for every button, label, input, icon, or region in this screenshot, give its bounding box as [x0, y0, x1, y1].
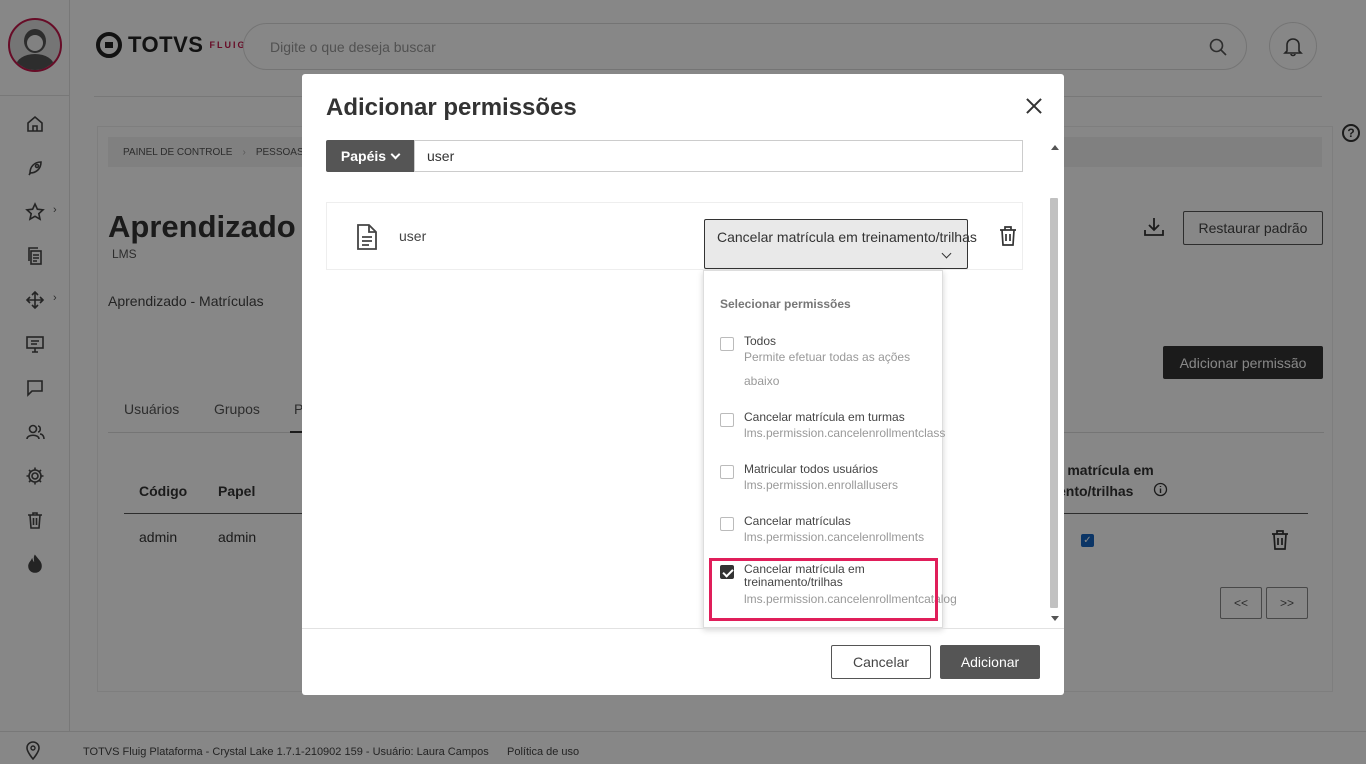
role-search-input[interactable]: user: [414, 140, 1023, 172]
permission-select[interactable]: Cancelar matrícula em treinamento/trilha…: [704, 219, 977, 269]
option-checkbox[interactable]: [720, 413, 734, 427]
selected-option-highlight: [709, 558, 938, 621]
chevron-down-icon: [390, 149, 401, 159]
dropdown-title: Selecionar permissões: [720, 297, 851, 311]
scroll-thumb[interactable]: [1050, 198, 1058, 608]
remove-role-trash-icon[interactable]: [999, 225, 1017, 247]
close-icon[interactable]: [1022, 94, 1046, 118]
option-description: lms.permission.cancelenrollmentclass: [744, 426, 946, 440]
filter-type-dropdown[interactable]: Papéis: [326, 140, 414, 172]
option-description: Permite efetuar todas as ações: [744, 350, 911, 364]
permission-select-value: Cancelar matrícula em treinamento/trilha…: [717, 229, 977, 245]
option-description: lms.permission.cancelenrollments: [744, 530, 925, 544]
option-checkbox[interactable]: [720, 337, 734, 351]
option-checkbox[interactable]: [720, 517, 734, 531]
scroll-down-arrow-icon[interactable]: [1051, 616, 1059, 621]
option-description: lms.permission.enrollallusers: [744, 478, 899, 492]
add-button[interactable]: Adicionar: [940, 645, 1040, 679]
scroll-up-arrow-icon[interactable]: [1051, 145, 1059, 150]
modal-footer-divider: [302, 628, 1064, 629]
modal-title: Adicionar permissões: [326, 94, 577, 121]
option-description: abaixo: [744, 374, 780, 388]
filter-type-label: Papéis: [340, 148, 387, 164]
role-result-row: user Cancelar matrícula em treinamento/t…: [326, 202, 1023, 270]
option-checkbox[interactable]: [720, 465, 734, 479]
chevron-down-icon: [941, 248, 952, 259]
add-permissions-modal: Adicionar permissões Papéis user user Ca…: [302, 74, 1064, 695]
cancel-button[interactable]: Cancelar: [831, 645, 931, 679]
role-label: user: [399, 228, 427, 244]
document-icon: [357, 224, 377, 250]
modal-scrollbar[interactable]: [1048, 140, 1060, 626]
